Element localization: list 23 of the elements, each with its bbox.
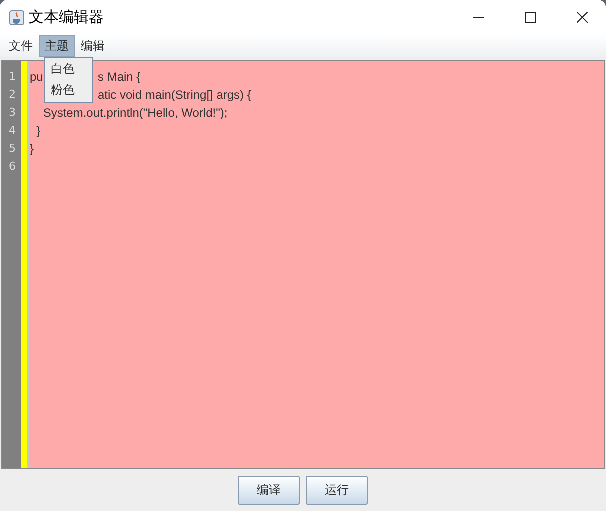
menu-option[interactable]: 粉色 xyxy=(45,80,92,101)
action-button[interactable]: 运行 xyxy=(306,476,368,504)
maximize-icon xyxy=(524,12,536,23)
menu-option[interactable]: 白色 xyxy=(45,59,92,80)
line-number: 2 xyxy=(8,87,17,103)
code-text: atic void main(String[] args) { xyxy=(98,87,252,104)
code-text: } xyxy=(30,141,34,158)
menu-item[interactable]: 主题 xyxy=(39,35,75,57)
line-number: 5 xyxy=(8,141,17,157)
line-number: 1 xyxy=(8,69,17,85)
line-number: 3 xyxy=(8,105,17,121)
action-button[interactable]: 编译 xyxy=(238,476,300,504)
code-text: pu xyxy=(30,70,44,84)
code-text: s Main { xyxy=(98,69,141,86)
window-title: 文本编辑器 xyxy=(29,8,105,27)
code-text: System.out.println("Hello, World!"); xyxy=(42,105,228,122)
code-text: } xyxy=(36,123,41,140)
close-icon xyxy=(576,12,588,23)
line-number: 6 xyxy=(8,159,17,175)
line-number: 4 xyxy=(8,123,17,139)
menu-item[interactable]: 文件 xyxy=(3,35,39,57)
coffee-cup-icon xyxy=(9,10,25,26)
menu-item[interactable]: 编辑 xyxy=(75,35,111,57)
